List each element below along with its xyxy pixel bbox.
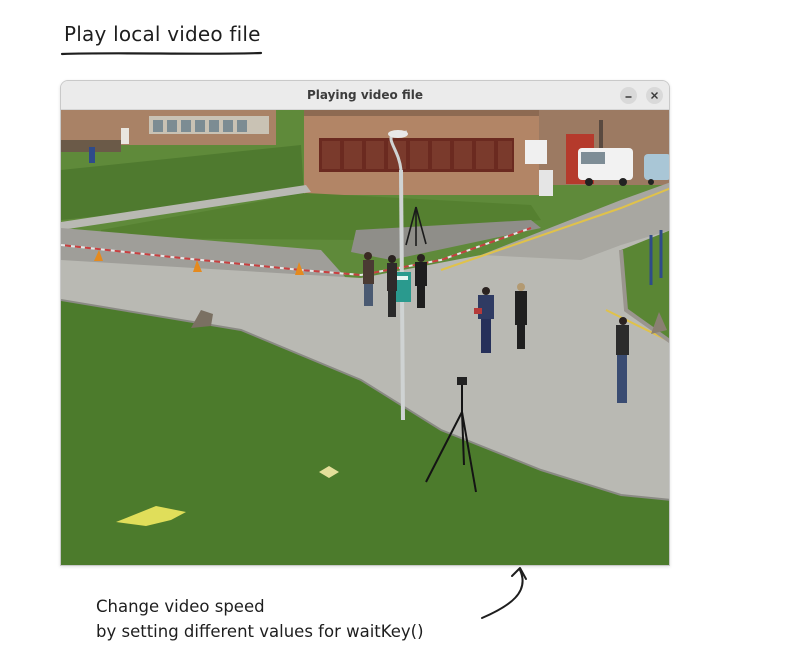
close-button[interactable] xyxy=(646,87,663,104)
minimize-icon xyxy=(625,96,632,98)
window-title: Playing video file xyxy=(306,88,424,102)
video-frame-image xyxy=(61,110,669,565)
video-window: Playing video file xyxy=(60,80,670,566)
annotation-line-1: Change video speed xyxy=(96,597,265,616)
close-icon xyxy=(651,92,658,99)
heading-underline xyxy=(60,51,263,56)
video-frame xyxy=(61,110,669,565)
annotation-arrow-icon xyxy=(481,567,527,619)
minimize-button[interactable] xyxy=(620,87,637,104)
window-titlebar[interactable]: Playing video file xyxy=(61,81,669,110)
page-heading: Play local video file xyxy=(64,22,261,46)
annotation-line-2: by setting different values for waitKey(… xyxy=(96,622,424,641)
